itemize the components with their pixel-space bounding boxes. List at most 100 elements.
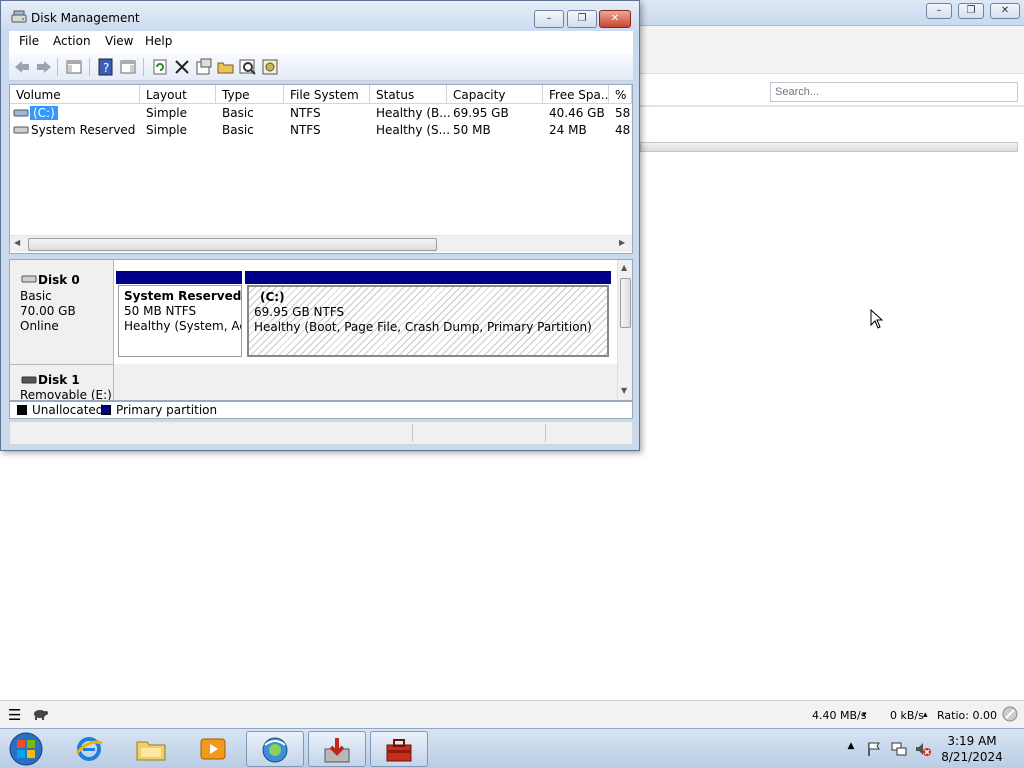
taskbar-internet-explorer[interactable] [60,731,118,767]
disk-0-name: Disk 0 [38,273,80,287]
title-bar[interactable]: Disk Management – ❐ ✕ [1,1,639,31]
bg-minimize-button[interactable]: – [926,3,952,19]
minimize-button[interactable]: – [534,10,564,28]
volume-status: Healthy (B... [376,106,451,120]
partition-c[interactable]: (C:) 69.95 GB NTFS Healthy (Boot, Page F… [247,285,609,357]
scroll-left-arrow-icon[interactable]: ◀ [14,238,20,247]
internet-explorer-icon [75,737,103,761]
action-center-flag-icon[interactable] [866,741,882,757]
taskbar-network-app[interactable] [246,731,304,767]
drive-icon [13,109,29,117]
close-button[interactable]: ✕ [599,10,631,28]
partition-title: System Reserved [124,289,242,303]
ratio-label[interactable]: Ratio: 0.00 [937,709,997,722]
volume-type: Basic [222,123,254,137]
network-icon[interactable] [891,741,907,757]
partition-header-system-reserved [116,271,242,284]
disk-1-type: Removable (E:) [20,388,112,401]
horizontal-scrollbar[interactable]: ◀ ▶ [10,235,632,252]
table-row[interactable]: (C:) Simple Basic NTFS Healthy (B... 69.… [10,105,632,122]
taskbar-media-player[interactable] [184,731,242,767]
show-hidden-icons-icon[interactable]: ▲ [843,741,859,757]
volume-free-space: 40.46 GB [549,106,605,120]
upload-speed-dropdown-icon[interactable]: ▴ [923,710,928,720]
background-horizontal-scrollbar[interactable] [640,142,1018,152]
menu-action[interactable]: Action [53,34,91,48]
volume-capacity: 50 MB [453,123,491,137]
table-row[interactable]: System Reserved Simple Basic NTFS Health… [10,122,632,139]
turtle-mode-icon[interactable] [32,706,48,723]
bg-restore-button[interactable]: ❐ [958,3,984,19]
download-speed-dropdown-icon[interactable]: ▾ [862,710,867,720]
menu-bar: File Action View Help [9,31,633,53]
bg-close-button[interactable]: ✕ [990,3,1020,19]
mouse-cursor-icon [870,309,884,329]
disk-settings-icon[interactable] [261,58,279,76]
column-header-status[interactable]: Status [370,85,447,104]
download-app-icon [324,738,350,763]
legend-unallocated: Unallocated [32,403,104,417]
volume-name[interactable]: (C:) [30,106,58,120]
restore-button[interactable]: ❐ [567,10,597,28]
start-button[interactable] [6,731,46,767]
search-input[interactable] [770,82,1018,102]
menu-help[interactable]: Help [145,34,172,48]
partition-system-reserved[interactable]: System Reserved 50 MB NTFS Healthy (Syst… [118,285,242,357]
unallocated-swatch [17,405,27,415]
taskbar-toolbox-app[interactable] [370,731,428,767]
volume-capacity: 69.95 GB [453,106,509,120]
disk-1-info[interactable]: Disk 1 Removable (E:) [10,364,114,401]
download-speed[interactable]: 4.40 MB/s [812,709,866,722]
column-header-percent-free[interactable]: % F [609,85,632,104]
partition-status: Healthy (Boot, Page File, Crash Dump, Pr… [254,320,592,334]
scroll-up-arrow-icon[interactable]: ▲ [621,263,627,272]
menu-file[interactable]: File [19,34,39,48]
system-clock[interactable]: 3:19 AM 8/21/2024 [930,733,1014,765]
taskbar: ▲ 3:19 AM 8/21/2024 [0,728,1024,768]
volume-name[interactable]: System Reserved [31,123,135,137]
help-icon[interactable]: ? [97,58,115,76]
media-player-icon [200,738,226,760]
volume-file-system: NTFS [290,106,321,120]
scrollbar-thumb[interactable] [620,278,631,328]
menu-view[interactable]: View [105,34,133,48]
column-header-capacity[interactable]: Capacity [447,85,543,104]
open-folder-icon[interactable] [217,58,235,76]
show-hide-action-pane-icon[interactable] [119,58,137,76]
partition-title: (C:) [260,290,285,304]
volume-status: Healthy (S... [376,123,451,137]
show-hide-console-tree-icon[interactable] [65,58,83,76]
network-app-icon [262,737,288,763]
disk-0-info[interactable]: Disk 0 Basic 70.00 GB Online [10,260,114,364]
background-column-header [640,105,1024,107]
column-header-type[interactable]: Type [216,85,284,104]
disk-1-partitions [114,364,620,400]
column-header-file-system[interactable]: File System [284,85,370,104]
upload-speed[interactable]: 0 kB/s [890,709,924,722]
forward-icon[interactable] [35,58,53,76]
volume-type: Basic [222,106,254,120]
volume-free-space: 24 MB [549,123,587,137]
column-header-volume[interactable]: Volume [10,85,140,104]
toolbox-icon [386,739,412,762]
disk-graphical-view: Disk 0 Basic 70.00 GB Online System Rese… [9,259,633,401]
legend: Unallocated Primary partition [9,401,633,419]
scrollbar-thumb[interactable] [28,238,437,251]
find-icon[interactable] [239,58,257,76]
delete-icon[interactable] [173,58,191,76]
disk-0-size: 70.00 GB [20,304,76,318]
menu-icon[interactable]: ☰ [8,706,21,724]
refresh-icon[interactable] [151,58,169,76]
column-header-layout[interactable]: Layout [140,85,216,104]
scroll-right-arrow-icon[interactable]: ▶ [619,238,625,247]
column-header-free-space[interactable]: Free Spa... [543,85,609,104]
properties-icon[interactable] [195,58,213,76]
back-icon[interactable] [13,58,31,76]
taskbar-file-explorer[interactable] [122,731,180,767]
ratio-icon[interactable] [1002,706,1018,725]
vertical-scrollbar[interactable]: ▲ ▼ [617,260,632,400]
volume-muted-icon[interactable] [915,741,931,757]
disk-0-state: Online [20,319,59,333]
scroll-down-arrow-icon[interactable]: ▼ [621,386,627,395]
taskbar-download-app[interactable] [308,731,366,767]
